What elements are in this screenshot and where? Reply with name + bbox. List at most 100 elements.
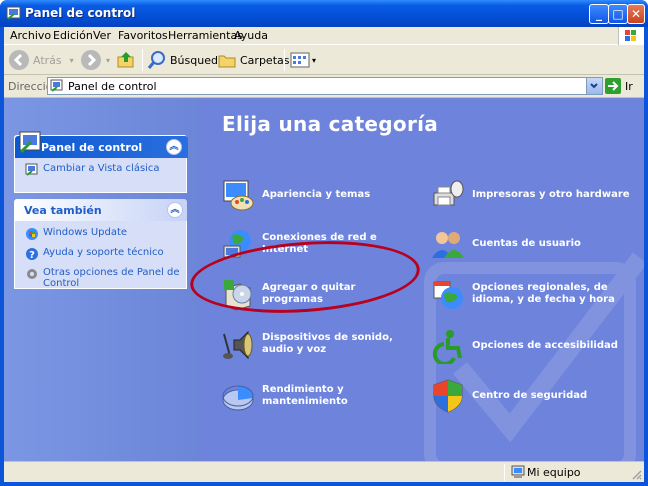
search-button[interactable]: Búsqueda [147, 48, 225, 72]
security-shield-icon [433, 379, 463, 413]
close-icon: ✕ [630, 7, 642, 21]
minimize-button[interactable]: _ [589, 4, 609, 24]
folders-icon [218, 55, 236, 68]
menu-favoritos[interactable]: Favoritos [118, 29, 168, 42]
svg-text:?: ? [29, 250, 35, 261]
accessibility-icon [432, 330, 462, 364]
sound-icon [223, 330, 253, 360]
menu-archivo[interactable]: Archivo [10, 29, 51, 42]
control-panel-small-icon [50, 79, 63, 92]
gear-icon [27, 269, 37, 279]
control-panel-icon [6, 6, 21, 20]
category-label: Centro de seguridad [472, 390, 588, 401]
content-area: Panel de control ︽ Cambiar a Vista clási… [4, 98, 644, 461]
go-button[interactable]: Ir [605, 78, 633, 94]
maximize-button[interactable]: □ [608, 4, 628, 24]
collapse-chevron-icon[interactable]: ︽ [166, 139, 182, 155]
windows-update-label: Windows Update [43, 227, 128, 238]
go-arrow-icon [605, 78, 621, 94]
chevron-down-icon [590, 83, 598, 89]
see-also-box: Vea también ︽ Windows Update ? Ayuda y s… [14, 199, 187, 289]
help-support-link[interactable]: ? Ayuda y soporte técnico [25, 247, 180, 261]
up-folder-button[interactable] [116, 48, 136, 72]
classic-view-icon [25, 163, 38, 176]
appearance-icon [223, 180, 254, 211]
my-computer-icon [511, 465, 525, 478]
printer-icon [433, 180, 464, 206]
switch-classic-view-label: Cambiar a Vista clásica [43, 163, 160, 174]
category-label: Dispositivos de sonido, audio y voz [262, 332, 393, 355]
category-printers[interactable]: Impresoras y otro hardware [430, 177, 640, 213]
category-label: Cuentas de usuario [472, 238, 581, 249]
category-performance[interactable]: Rendimiento y mantenimiento [220, 378, 410, 414]
views-dropdown-icon: ▾ [312, 55, 317, 65]
category-pane: Elija una categoría Apariencia y temas C… [200, 98, 644, 461]
back-dropdown-icon[interactable]: ▾ [70, 56, 74, 65]
views-button[interactable]: ▾ [290, 48, 316, 72]
category-security-center[interactable]: Centro de seguridad [430, 378, 640, 414]
back-label: Atrás [33, 53, 62, 67]
menu-bar: Archivo Edición Ver Favoritos Herramient… [4, 27, 644, 45]
forward-arrow-icon [81, 50, 101, 70]
resize-grip-icon[interactable] [630, 468, 642, 480]
network-icon [223, 230, 251, 258]
close-button[interactable]: ✕ [627, 4, 645, 24]
forward-dropdown-icon[interactable]: ▾ [106, 56, 110, 65]
menu-herramientas[interactable]: Herramientas [168, 29, 243, 42]
see-also-title: Vea también [24, 204, 102, 217]
category-regional[interactable]: Opciones regionales, de idioma, y de fec… [430, 276, 640, 312]
address-field[interactable]: Panel de control [47, 77, 603, 95]
status-bar: Mi equipo [4, 461, 644, 482]
windows-logo [618, 27, 644, 45]
window-title: Panel de control [25, 6, 136, 20]
task-pane: Panel de control ︽ Cambiar a Vista clási… [4, 98, 200, 461]
windows-update-link[interactable]: Windows Update [25, 227, 180, 241]
other-options-link[interactable]: Otras opciones de Panel de Control [25, 267, 180, 289]
category-user-accounts[interactable]: Cuentas de usuario [430, 226, 640, 262]
windows-flag-icon [625, 30, 636, 41]
help-support-label: Ayuda y soporte técnico [43, 247, 164, 258]
control-panel-box-header[interactable]: Panel de control ︽ [14, 131, 188, 158]
title-bar[interactable]: Panel de control _ □ ✕ [0, 0, 648, 27]
category-add-remove[interactable]: Agregar o quitar programas [220, 276, 410, 312]
category-label: Opciones de accesibilidad [472, 340, 618, 351]
category-sound[interactable]: Dispositivos de sonido, audio y voz [220, 326, 410, 362]
category-label: Impresoras y otro hardware [472, 189, 630, 200]
back-arrow-icon [9, 50, 29, 70]
category-label: Rendimiento y mantenimiento [262, 384, 348, 407]
address-dropdown-button[interactable] [586, 78, 602, 94]
menu-ver[interactable]: Ver [93, 29, 111, 42]
category-accessibility[interactable]: Opciones de accesibilidad [430, 328, 640, 364]
performance-icon [222, 385, 254, 411]
address-bar: Dirección Panel de control Ir [4, 76, 644, 98]
folders-button[interactable]: Carpetas [217, 48, 289, 72]
up-folder-icon [117, 52, 134, 68]
forward-button[interactable]: ▾ [80, 48, 110, 72]
control-panel-box-title: Panel de control [41, 141, 143, 154]
maximize-icon: □ [612, 7, 624, 21]
category-network[interactable]: Conexiones de red e Internet [220, 226, 410, 262]
control-panel-box: Panel de control ︽ Cambiar a Vista clási… [14, 131, 188, 193]
category-label: Agregar o quitar programas [262, 282, 356, 305]
add-remove-programs-icon [224, 280, 252, 311]
switch-classic-view-link[interactable]: Cambiar a Vista clásica [25, 163, 180, 177]
category-appearance[interactable]: Apariencia y temas [220, 177, 410, 213]
category-label: Apariencia y temas [262, 189, 371, 200]
help-icon: ? [26, 248, 38, 261]
minimize-icon: _ [596, 7, 602, 21]
address-value: Panel de control [68, 80, 157, 93]
category-label: Conexiones de red e Internet [262, 232, 377, 255]
user-accounts-icon [432, 232, 464, 258]
page-heading: Elija una categoría [222, 112, 439, 136]
control-panel-box-body: Cambiar a Vista clásica [14, 157, 187, 193]
menu-edicion[interactable]: Edición [53, 29, 93, 42]
windows-update-icon [26, 228, 38, 240]
menu-ayuda[interactable]: Ayuda [234, 29, 268, 42]
back-button[interactable]: Atrás ▾ [8, 48, 74, 72]
toolbar: Atrás ▾ ▾ Búsqueda Carpetas ▾ [4, 46, 644, 75]
folders-label: Carpetas [240, 53, 290, 67]
regional-icon [433, 281, 463, 309]
collapse-chevron-icon[interactable]: ︽ [167, 202, 183, 218]
see-also-box-header[interactable]: Vea también ︽ [14, 199, 187, 221]
search-icon [147, 51, 165, 69]
